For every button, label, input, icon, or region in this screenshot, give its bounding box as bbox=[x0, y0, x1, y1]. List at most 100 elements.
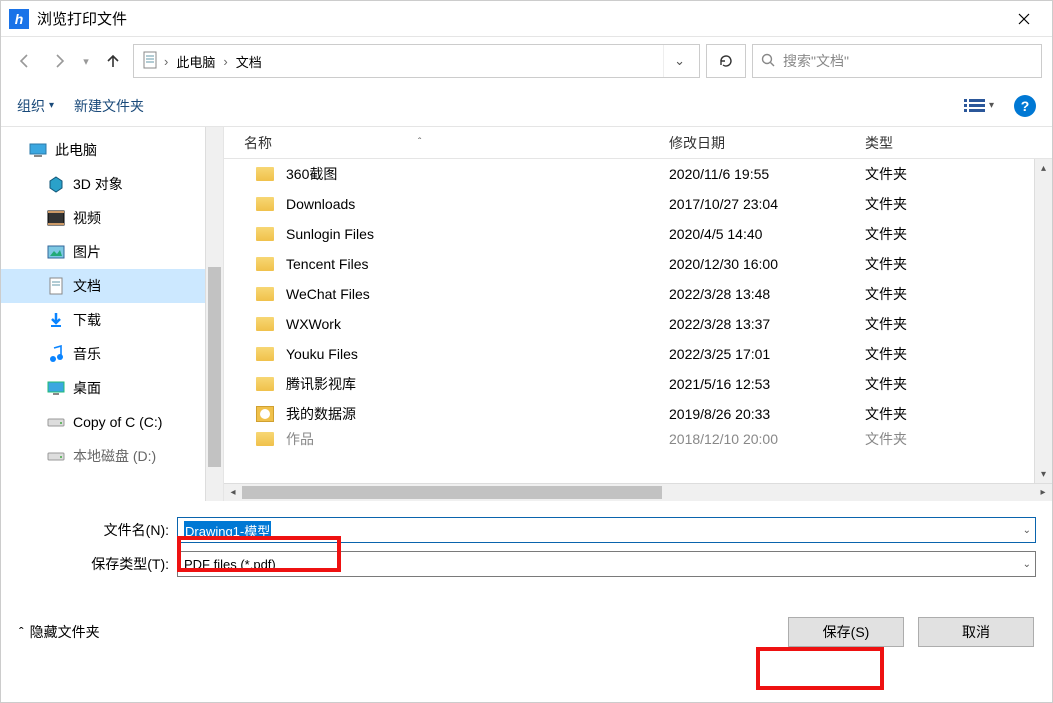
file-name: 360截图 bbox=[286, 164, 337, 184]
refresh-button[interactable] bbox=[706, 44, 746, 78]
tree-item[interactable]: 本地磁盘 (D:) bbox=[1, 439, 205, 473]
help-icon: ? bbox=[1021, 98, 1030, 114]
chevron-down-icon: ▾ bbox=[83, 55, 89, 68]
folder-tree[interactable]: 此电脑 3D 对象视频图片文档下载音乐桌面 Copy of C (C:) 本地磁盘 … bbox=[1, 127, 205, 501]
file-name: 腾讯影视库 bbox=[286, 374, 356, 394]
filetype-value: PDF files (*.pdf) bbox=[184, 557, 276, 572]
pc-icon bbox=[29, 141, 47, 159]
breadcrumb[interactable]: › 此电脑 › 文档 ⌄ bbox=[133, 44, 700, 78]
sidebar: 此电脑 3D 对象视频图片文档下载音乐桌面 Copy of C (C:) 本地磁盘 … bbox=[1, 127, 223, 501]
forward-button[interactable] bbox=[45, 47, 73, 75]
search-box[interactable] bbox=[752, 44, 1042, 78]
drive-icon bbox=[47, 413, 65, 431]
view-mode-button[interactable]: ▾ bbox=[963, 97, 994, 115]
tree-item[interactable]: 音乐 bbox=[1, 337, 205, 371]
recent-button[interactable]: ▾ bbox=[79, 47, 93, 75]
toolbar: 组织 ▾ 新建文件夹 ▾ ? bbox=[1, 85, 1052, 127]
file-row[interactable]: Tencent Files2020/12/30 16:00文件夹 bbox=[224, 249, 1034, 279]
filename-row: 文件名(N): Drawing1-模型 ⌄ bbox=[17, 517, 1036, 543]
scroll-right-icon[interactable]: ▸ bbox=[1034, 487, 1052, 498]
app-icon: h bbox=[9, 9, 29, 29]
filename-label: 文件名(N): bbox=[17, 520, 177, 540]
filelist-hscrollbar[interactable]: ◂ ▸ bbox=[224, 483, 1052, 501]
chevron-down-icon[interactable]: ⌄ bbox=[1023, 525, 1031, 536]
folder-icon bbox=[256, 167, 274, 181]
tree-label: 图片 bbox=[73, 242, 101, 262]
tree-label: 3D 对象 bbox=[73, 174, 123, 194]
documents-icon bbox=[142, 51, 158, 72]
scrollbar-thumb[interactable] bbox=[242, 486, 662, 499]
video-icon bbox=[47, 209, 65, 227]
tree-item[interactable]: 文档 bbox=[1, 269, 205, 303]
file-type: 文件夹 bbox=[865, 429, 1034, 449]
scrollbar-thumb[interactable] bbox=[208, 267, 221, 467]
column-name[interactable]: 名称 ˆ bbox=[224, 133, 669, 153]
tree-item[interactable]: 图片 bbox=[1, 235, 205, 269]
file-date: 2020/4/5 14:40 bbox=[669, 226, 865, 242]
file-date: 2021/5/16 12:53 bbox=[669, 376, 865, 392]
arrow-up-icon bbox=[105, 53, 121, 69]
file-date: 2020/12/30 16:00 bbox=[669, 256, 865, 272]
back-button[interactable] bbox=[11, 47, 39, 75]
file-name: 我的数据源 bbox=[286, 404, 356, 424]
column-type[interactable]: 类型 bbox=[865, 133, 1052, 153]
tree-item[interactable]: 3D 对象 bbox=[1, 167, 205, 201]
file-row[interactable]: 作品2018/12/10 20:00文件夹 bbox=[224, 429, 1034, 449]
tree-label: 桌面 bbox=[73, 378, 101, 398]
tree-item[interactable]: 视频 bbox=[1, 201, 205, 235]
cancel-button[interactable]: 取消 bbox=[918, 617, 1034, 647]
scroll-left-icon[interactable]: ◂ bbox=[224, 487, 242, 498]
tree-label: 此电脑 bbox=[55, 140, 97, 160]
folder-icon bbox=[256, 287, 274, 301]
help-button[interactable]: ? bbox=[1014, 95, 1036, 117]
save-inputs: 文件名(N): Drawing1-模型 ⌄ 保存类型(T): PDF files… bbox=[1, 501, 1052, 593]
file-row[interactable]: 腾讯影视库 2021/5/16 12:53文件夹 bbox=[224, 369, 1034, 399]
column-date[interactable]: 修改日期 bbox=[669, 133, 865, 153]
chevron-down-icon: ⌄ bbox=[674, 53, 685, 69]
save-button[interactable]: 保存(S) bbox=[788, 617, 904, 647]
scroll-down-icon[interactable]: ▾ bbox=[1035, 465, 1052, 483]
file-row[interactable]: Youku Files2022/3/25 17:01文件夹 bbox=[224, 339, 1034, 369]
up-button[interactable] bbox=[99, 47, 127, 75]
file-row[interactable]: WXWork2022/3/28 13:37文件夹 bbox=[224, 309, 1034, 339]
scroll-up-icon[interactable]: ▴ bbox=[1035, 159, 1052, 177]
tree-label: 视频 bbox=[73, 208, 101, 228]
hide-folders-label: 隐藏文件夹 bbox=[30, 622, 100, 642]
file-row[interactable]: 我的数据源2019/8/26 20:33文件夹 bbox=[224, 399, 1034, 429]
tree-item[interactable]: 下载 bbox=[1, 303, 205, 337]
file-row[interactable]: WeChat Files2022/3/28 13:48文件夹 bbox=[224, 279, 1034, 309]
breadcrumb-item-pc[interactable]: 此电脑 bbox=[170, 45, 221, 77]
tree-item[interactable]: 桌面 bbox=[1, 371, 205, 405]
chevron-up-icon: ˆ bbox=[19, 624, 24, 640]
search-icon bbox=[761, 53, 775, 70]
breadcrumb-item-documents[interactable]: 文档 bbox=[230, 45, 268, 77]
breadcrumb-dropdown[interactable]: ⌄ bbox=[663, 45, 695, 77]
file-name: Sunlogin Files bbox=[286, 226, 374, 242]
file-row[interactable]: Sunlogin Files2020/4/5 14:40文件夹 bbox=[224, 219, 1034, 249]
tree-item[interactable]: Copy of C (C:) bbox=[1, 405, 205, 439]
filelist-vscrollbar[interactable]: ▴ ▾ bbox=[1034, 159, 1052, 483]
column-name-label: 名称 bbox=[244, 133, 272, 153]
folder-icon bbox=[256, 347, 274, 361]
file-row[interactable]: 360截图2020/11/6 19:55文件夹 bbox=[224, 159, 1034, 189]
new-folder-button[interactable]: 新建文件夹 bbox=[74, 96, 144, 116]
filename-field[interactable]: Drawing1-模型 ⌄ bbox=[177, 517, 1036, 543]
chevron-down-icon[interactable]: ⌄ bbox=[1023, 559, 1031, 570]
file-type: 文件夹 bbox=[865, 374, 1034, 394]
folder-icon bbox=[256, 317, 274, 331]
sidebar-scrollbar[interactable] bbox=[205, 127, 223, 501]
refresh-icon bbox=[718, 53, 734, 69]
close-button[interactable] bbox=[1004, 1, 1044, 37]
tree-label: 本地磁盘 (D:) bbox=[73, 446, 156, 466]
organize-menu[interactable]: 组织 ▾ bbox=[17, 96, 54, 116]
file-name: WeChat Files bbox=[286, 286, 370, 302]
chevron-down-icon: ▾ bbox=[49, 100, 54, 111]
hide-folders-toggle[interactable]: ˆ 隐藏文件夹 bbox=[19, 622, 100, 642]
filetype-field[interactable]: PDF files (*.pdf) ⌄ bbox=[177, 551, 1036, 577]
breadcrumb-separator: › bbox=[162, 54, 170, 69]
filename-value[interactable]: Drawing1-模型 bbox=[184, 521, 271, 540]
search-input[interactable] bbox=[783, 53, 1033, 69]
file-row[interactable]: Downloads2017/10/27 23:04文件夹 bbox=[224, 189, 1034, 219]
tree-item-this-pc[interactable]: 此电脑 bbox=[1, 133, 205, 167]
file-list[interactable]: 360截图2020/11/6 19:55文件夹Downloads2017/10/… bbox=[224, 159, 1034, 449]
